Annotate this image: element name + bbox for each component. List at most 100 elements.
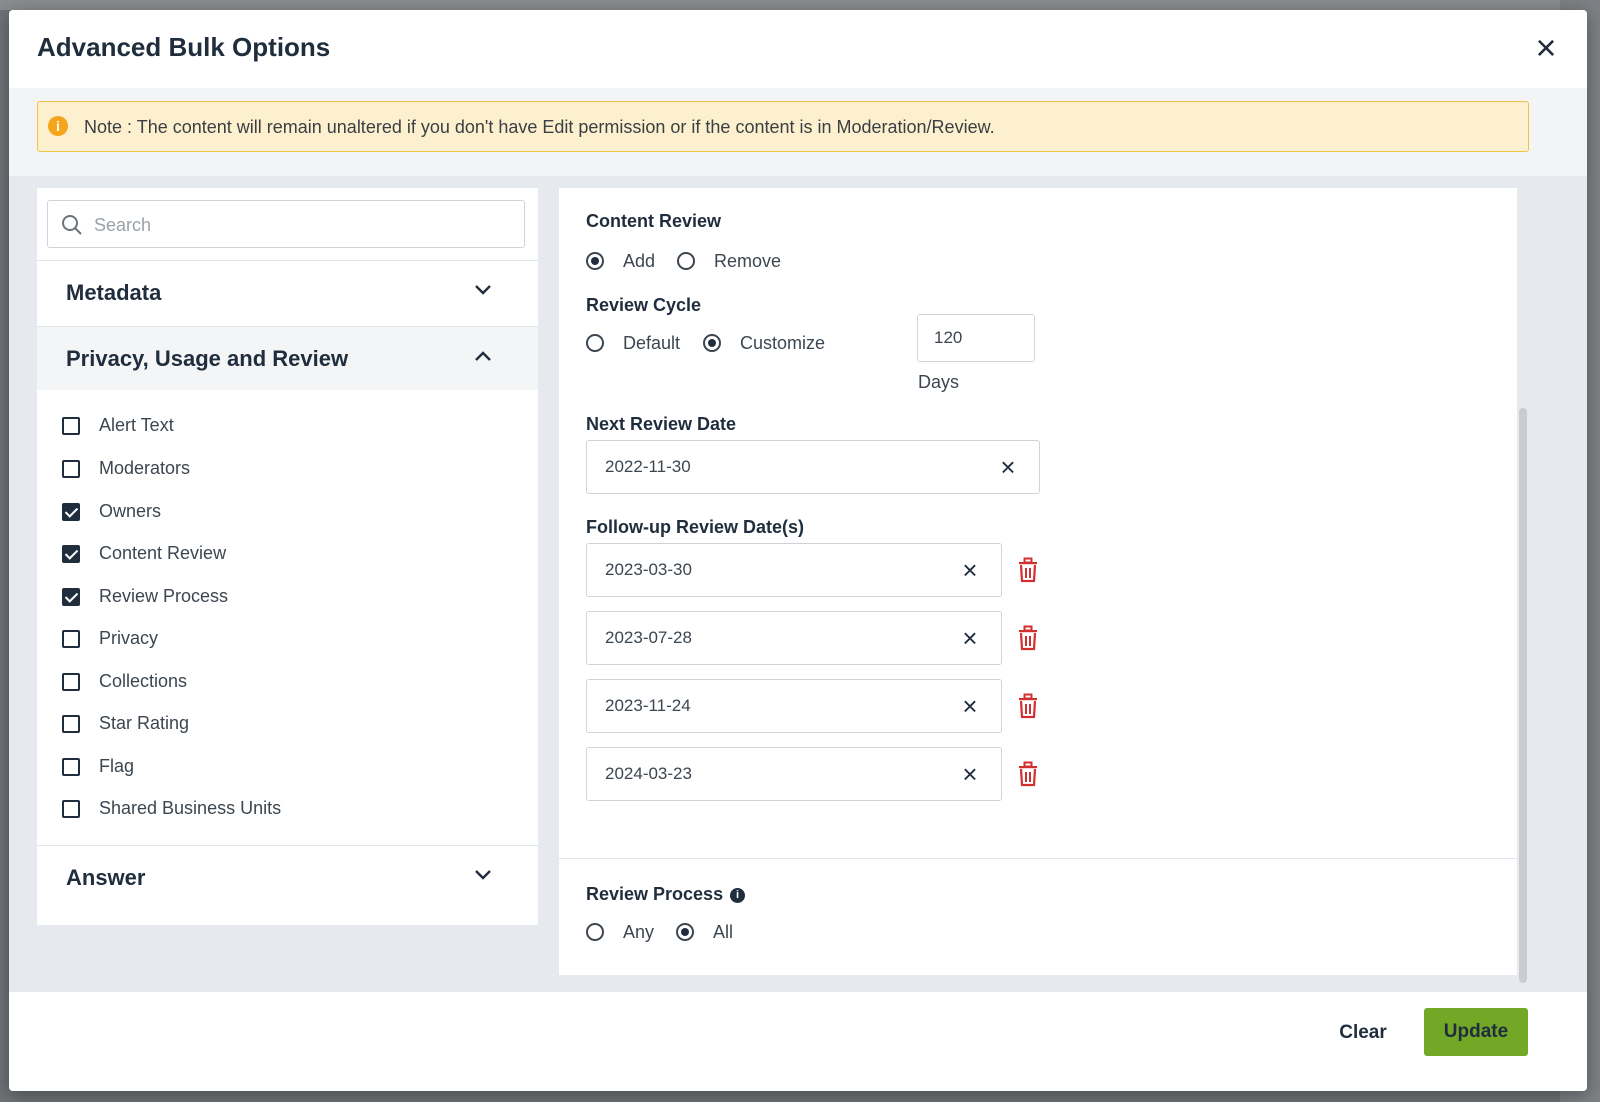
radio-label: Any (623, 922, 655, 942)
close-icon[interactable]: × (1529, 30, 1563, 66)
info-icon[interactable]: i (730, 888, 745, 903)
checkbox[interactable] (62, 417, 80, 435)
checkbox-label: Review Process (99, 586, 229, 606)
radio-button[interactable] (586, 334, 604, 352)
radio-label: Remove (714, 251, 782, 271)
clear-date-icon[interactable]: × (957, 759, 983, 789)
radio-any[interactable]: Any (586, 921, 666, 947)
section-answer[interactable]: Answer (37, 845, 538, 909)
trash-icon[interactable] (1016, 693, 1040, 719)
note-text: Note : The content will remain unaltered… (84, 117, 995, 137)
radio-button-selected[interactable] (703, 334, 721, 352)
checkbox-shared-business-units[interactable]: Shared Business Units (62, 796, 522, 826)
checkbox-label: Privacy (99, 628, 159, 648)
radio-label: All (713, 922, 734, 942)
review-cycle-days-input[interactable] (917, 314, 1035, 362)
advanced-bulk-options-dialog: Advanced Bulk Options × i Note : The con… (9, 10, 1587, 1091)
clear-date-icon[interactable]: × (957, 555, 983, 585)
checkbox-checked[interactable] (62, 545, 80, 563)
date-value: 2024-03-23 (605, 764, 692, 783)
radio-label: Customize (740, 333, 826, 353)
trash-icon[interactable] (1016, 557, 1040, 583)
checkbox-label: Alert Text (99, 415, 174, 435)
section-privacy-usage-review[interactable]: Privacy, Usage and Review (37, 326, 538, 390)
followup-date-field[interactable]: 2023-03-30 × (586, 543, 1002, 597)
followup-date-field[interactable]: 2023-11-24 × (586, 679, 1002, 733)
update-button[interactable]: Update (1424, 1008, 1528, 1056)
review-process-label: Review Process (586, 884, 724, 904)
clear-date-icon[interactable]: × (995, 452, 1021, 482)
radio-button-selected[interactable] (676, 923, 694, 941)
checkbox-label: Shared Business Units (99, 798, 282, 818)
radio-customize[interactable]: Customize (703, 332, 833, 358)
next-review-date-label: Next Review Date (586, 414, 737, 434)
date-value: 2023-07-28 (605, 628, 692, 647)
search-input[interactable] (92, 209, 516, 241)
section-divider (559, 858, 1517, 859)
checkbox-alert-text[interactable]: Alert Text (62, 413, 522, 443)
checkbox[interactable] (62, 673, 80, 691)
followup-review-dates-label: Follow-up Review Date(s) (586, 517, 805, 537)
radio-all[interactable]: All (676, 921, 746, 947)
options-sidebar: Metadata Privacy, Usage and Review Alert… (37, 188, 538, 925)
checkbox-privacy[interactable]: Privacy (62, 626, 522, 656)
checkbox[interactable] (62, 758, 80, 776)
checkbox-label: Moderators (99, 458, 191, 478)
clear-date-icon[interactable]: × (957, 691, 983, 721)
radio-add[interactable]: Add (586, 250, 666, 276)
panel-scrollbar[interactable] (1519, 408, 1527, 983)
chevron-down-icon (475, 870, 491, 880)
search-icon (62, 215, 82, 235)
note-area: i Note : The content will remain unalter… (9, 88, 1587, 176)
section-metadata[interactable]: Metadata (37, 260, 538, 324)
dialog-title: Advanced Bulk Options (37, 32, 331, 62)
checkbox-checked[interactable] (62, 588, 80, 606)
date-value: 2023-11-24 (605, 696, 691, 715)
checkbox-label: Owners (99, 501, 162, 521)
clear-date-icon[interactable]: × (957, 623, 983, 653)
background-app-strip (0, 0, 1600, 10)
review-cycle-label: Review Cycle (586, 295, 702, 315)
followup-date-field[interactable]: 2023-07-28 × (586, 611, 1002, 665)
checkbox[interactable] (62, 715, 80, 733)
warning-note: i Note : The content will remain unalter… (37, 101, 1529, 152)
radio-button[interactable] (586, 923, 604, 941)
checkbox[interactable] (62, 630, 80, 648)
trash-icon[interactable] (1016, 625, 1040, 651)
date-value: 2023-03-30 (605, 560, 692, 579)
days-label: Days (918, 372, 960, 392)
radio-label: Add (623, 251, 656, 271)
radio-label: Default (623, 333, 681, 353)
checkbox-moderators[interactable]: Moderators (62, 456, 522, 486)
section-label: Privacy, Usage and Review (66, 346, 349, 371)
checkbox-label: Content Review (99, 543, 227, 563)
checkbox[interactable] (62, 800, 80, 818)
followup-date-field[interactable]: 2024-03-23 × (586, 747, 1002, 801)
dialog-header: Advanced Bulk Options × (9, 10, 1587, 88)
checkbox-content-review[interactable]: Content Review (62, 541, 522, 571)
checkbox-owners[interactable]: Owners (62, 499, 522, 529)
section-label: Answer (66, 865, 146, 890)
search-box (47, 200, 525, 248)
dialog-footer: Clear Update (9, 992, 1587, 1091)
checkbox-collections[interactable]: Collections (62, 669, 522, 699)
checkbox-star-rating[interactable]: Star Rating (62, 711, 522, 741)
radio-remove[interactable]: Remove (677, 250, 787, 276)
checkbox-review-process[interactable]: Review Process (62, 584, 522, 614)
date-value: 2022-11-30 (605, 457, 691, 476)
chevron-up-icon (475, 351, 491, 361)
radio-button-selected[interactable] (586, 252, 604, 270)
checkbox-label: Flag (99, 756, 135, 776)
clear-button[interactable]: Clear (1317, 1010, 1409, 1056)
chevron-down-icon (475, 285, 491, 295)
checkbox-checked[interactable] (62, 503, 80, 521)
checkbox[interactable] (62, 460, 80, 478)
checkbox-flag[interactable]: Flag (62, 754, 522, 784)
radio-button[interactable] (677, 252, 695, 270)
trash-icon[interactable] (1016, 761, 1040, 787)
radio-default[interactable]: Default (586, 332, 686, 358)
info-icon: i (48, 116, 68, 136)
settings-panel: Content Review Add Remove Review Cycle D… (559, 188, 1517, 975)
section-label: Metadata (66, 280, 162, 305)
next-review-date-field[interactable]: 2022-11-30 × (586, 440, 1040, 494)
